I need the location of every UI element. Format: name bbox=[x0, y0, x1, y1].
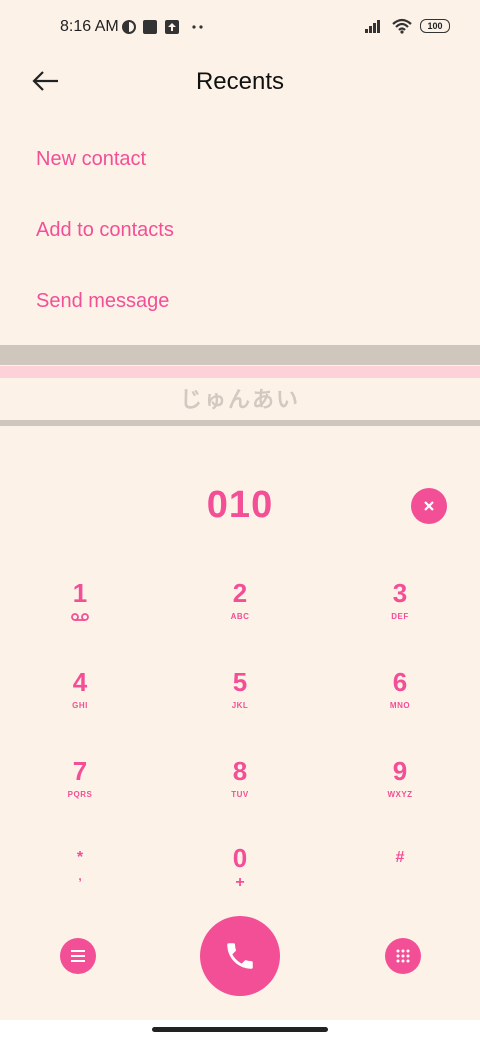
theme-band-thin bbox=[0, 420, 480, 426]
phone-icon bbox=[227, 943, 253, 969]
key-letters: + bbox=[235, 874, 245, 891]
notification-app-icon bbox=[122, 20, 136, 34]
page-title: Recents bbox=[195, 68, 285, 95]
key-letters: DEF bbox=[391, 612, 409, 621]
dialpad-toggle-button[interactable] bbox=[385, 938, 421, 974]
key-letters: JKL bbox=[231, 701, 249, 710]
send-message-action[interactable]: Send message bbox=[36, 290, 169, 313]
notification-square-icon bbox=[143, 20, 157, 34]
menu-icon bbox=[71, 950, 85, 962]
clear-button[interactable] bbox=[411, 488, 447, 524]
key-digit: 7 bbox=[72, 756, 88, 786]
key-digit: 0 bbox=[232, 843, 248, 873]
close-icon bbox=[424, 501, 434, 511]
key-4[interactable]: 4 GHI bbox=[20, 667, 140, 747]
new-contact-action[interactable]: New contact bbox=[36, 148, 146, 171]
key-digit: # bbox=[395, 849, 405, 866]
key-letters: WXYZ bbox=[387, 790, 413, 799]
key-8[interactable]: 8 TUV bbox=[180, 756, 300, 836]
dialpad-icon bbox=[396, 949, 410, 963]
key-0[interactable]: 0 + bbox=[180, 843, 300, 923]
theme-band bbox=[0, 345, 480, 365]
key-letters: , bbox=[78, 869, 82, 883]
key-digit: 6 bbox=[392, 667, 408, 697]
key-hash[interactable]: # bbox=[340, 848, 460, 928]
home-indicator[interactable] bbox=[152, 1027, 328, 1032]
key-5[interactable]: 5 JKL bbox=[180, 667, 300, 747]
key-star[interactable]: * , bbox=[20, 848, 140, 928]
key-digit: 1 bbox=[72, 578, 88, 608]
signal-icon bbox=[365, 20, 380, 33]
key-7[interactable]: 7 PQRS bbox=[20, 756, 140, 836]
key-letters: PQRS bbox=[67, 790, 93, 799]
key-letters: MNO bbox=[389, 701, 411, 710]
header: Recents bbox=[0, 60, 480, 104]
more-notifications-icon bbox=[192, 25, 203, 29]
key-digit: 2 bbox=[232, 578, 248, 608]
key-letters: TUV bbox=[231, 790, 249, 799]
key-digit: 3 bbox=[392, 578, 408, 608]
theme-band-pink bbox=[0, 366, 480, 378]
key-3[interactable]: 3 DEF bbox=[340, 578, 460, 658]
menu-button[interactable] bbox=[60, 938, 96, 974]
add-to-contacts-action[interactable]: Add to contacts bbox=[36, 219, 174, 242]
status-bar: 8:16 AM 100 bbox=[0, 0, 480, 56]
key-2[interactable]: 2 ABC bbox=[180, 578, 300, 658]
status-time: 8:16 AM bbox=[60, 18, 119, 35]
key-digit: 8 bbox=[232, 756, 248, 786]
key-letters: GHI bbox=[72, 701, 88, 710]
voicemail-icon bbox=[71, 613, 89, 621]
upload-icon bbox=[165, 20, 179, 34]
key-digit: 9 bbox=[392, 756, 408, 786]
key-digit: 4 bbox=[72, 667, 88, 697]
key-6[interactable]: 6 MNO bbox=[340, 667, 460, 747]
key-1[interactable]: 1 bbox=[20, 578, 140, 658]
dialed-number: 010 bbox=[206, 484, 274, 526]
key-9[interactable]: 9 WXYZ bbox=[340, 756, 460, 836]
battery-indicator: 100 bbox=[420, 19, 450, 33]
key-digit: 5 bbox=[232, 667, 248, 697]
call-button[interactable] bbox=[200, 916, 280, 996]
key-letters: ABC bbox=[230, 612, 250, 621]
theme-watermark: じゅんあい bbox=[179, 387, 300, 412]
wifi-icon bbox=[392, 18, 412, 34]
key-digit: * bbox=[76, 849, 84, 866]
